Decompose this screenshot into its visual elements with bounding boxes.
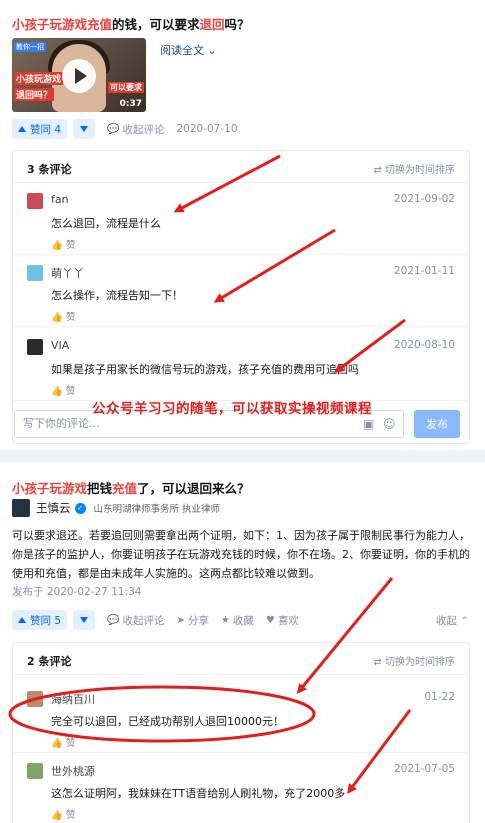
comment-input[interactable] <box>23 417 323 430</box>
collapse-comments-button[interactable]: 💬 收起评论 <box>107 122 164 137</box>
comment-author[interactable]: 海纳百川 <box>51 691 95 707</box>
comment-time: 01-22 <box>424 691 455 703</box>
thumb-up-icon: 👍 <box>51 810 66 821</box>
vote-up-button[interactable]: 赞同 5 <box>12 610 68 630</box>
star-icon: ★ <box>220 614 230 626</box>
video-tag: 教你一招 <box>14 42 46 52</box>
comment-text: 怎么操作，流程告知一下！ <box>51 289 183 302</box>
favorite-button[interactable]: ★ 收藏 <box>221 613 254 628</box>
publish-button[interactable]: 发布 <box>414 410 460 438</box>
collapse-comments-button[interactable]: 💬 收起评论 <box>107 613 164 628</box>
answer-author: 王慎云 ✓ 山东明湖律师事务所 执业律师 <box>12 498 220 518</box>
comment-item: fan 2021-09-02 怎么退回，流程是什么 👍 赞 <box>13 185 469 255</box>
sort-toggle[interactable]: ⇄ 切换为时间排序 <box>373 161 455 176</box>
author-description: 山东明湖律师事务所 执业律师 <box>93 504 221 515</box>
video-caption-2: 退回吗？ <box>14 88 55 101</box>
watermark-caption: 公众号羊习习的随笔，可以获取实操视频课程 <box>92 401 372 417</box>
card-separator <box>0 450 485 462</box>
comment-like-button[interactable]: 👍 赞 <box>51 237 75 251</box>
share-icon: ➤ <box>176 614 185 626</box>
thumb-up-icon: 👍 <box>51 738 66 749</box>
question-title[interactable]: 小孩子玩游戏充值的钱，可以要求退回吗？ <box>12 14 250 33</box>
collapse-button[interactable]: 收起 ⌃ <box>436 613 469 628</box>
sort-toggle[interactable]: ⇄ 切换为时间排序 <box>373 653 455 668</box>
comment-time: 2021-07-05 <box>393 763 455 775</box>
vote-down-button[interactable] <box>73 119 96 139</box>
answer-actions: 赞同 4 💬 收起评论 2020-07-10 <box>12 119 238 139</box>
video-caption-3: 可以要求 <box>108 82 144 93</box>
comment-like-button[interactable]: 👍 赞 <box>51 383 75 397</box>
comments-box: 2 条评论 ⇄ 切换为时间排序 海纳百川 01-22 完全可以退回，已经成功帮别… <box>12 642 470 823</box>
thumb-up-icon: 👍 <box>51 312 66 323</box>
comment-text: 这怎么证明阿，我妹妹在TT语音给别人刷礼物，充了2000多 <box>51 787 346 800</box>
answer-actions: 赞同 5 💬 收起评论 ➤ 分享 ★ 收藏 ♥ 喜欢 <box>12 610 299 630</box>
verified-badge-icon: ✓ <box>74 502 86 514</box>
comment-count: 3 条评论 <box>27 163 72 176</box>
question-title[interactable]: 小孩子玩游戏把钱充值了，可以退回来么？ <box>12 478 250 497</box>
heart-icon: ♥ <box>265 614 275 626</box>
thumb-up-icon: 👍 <box>51 386 66 397</box>
comment-text: 怎么退回，流程是什么 <box>51 217 161 230</box>
read-all-link[interactable]: 阅读全文 ⌄ <box>160 42 217 58</box>
avatar[interactable] <box>27 339 43 355</box>
play-icon[interactable] <box>62 59 96 93</box>
image-icon[interactable]: ▣ <box>363 417 374 431</box>
avatar[interactable] <box>12 499 30 517</box>
comment-item: 世外桃源 2021-07-05 这怎么证明阿，我妹妹在TT语音给别人刷礼物，充了… <box>13 755 469 823</box>
comment-item: 海纳百川 01-22 完全可以退回，已经成功帮别人退回10000元！ 👍 赞 <box>13 683 469 753</box>
comment-count: 2 条评论 <box>27 655 72 668</box>
comment-icon: 💬 <box>107 123 120 135</box>
vote-up-button[interactable]: 赞同 4 <box>12 119 68 139</box>
comment-time: 2021-09-02 <box>393 193 455 205</box>
publish-time: 发布于 2020-02-27 11:34 <box>12 586 142 598</box>
comment-text: 如果是孩子用家长的微信号玩的游戏，孩子充值的费用可追回吗 <box>51 363 359 376</box>
question-card-1: 小孩子玩游戏充值的钱，可以要求退回吗？ 教你一招 小孩玩游戏 可以要求 退回吗？… <box>0 0 485 450</box>
triangle-down-icon <box>80 126 89 132</box>
avatar[interactable] <box>27 763 43 779</box>
comment-like-button[interactable]: 👍 赞 <box>51 807 75 821</box>
author-name[interactable]: 王慎云 <box>36 500 71 516</box>
avatar[interactable] <box>27 265 43 281</box>
comment-item: VIA 2020-08-10 如果是孩子用家长的微信号玩的游戏，孩子充值的费用可… <box>13 331 469 401</box>
chevron-up-icon: ⌃ <box>456 615 469 627</box>
video-thumbnail[interactable]: 教你一招 小孩玩游戏 可以要求 退回吗？ 0:37 <box>12 38 146 112</box>
swap-icon: ⇄ <box>373 165 385 176</box>
share-button[interactable]: ➤ 分享 <box>176 613 208 628</box>
video-caption-1: 小孩玩游戏 <box>14 72 64 85</box>
comment-author[interactable]: fan <box>51 193 69 206</box>
emoji-icon[interactable]: ☺ <box>383 417 396 431</box>
comment-time: 2021-01-11 <box>393 265 455 277</box>
comment-author[interactable]: 世外桃源 <box>51 763 95 779</box>
comment-author[interactable]: 萌丫丫 <box>51 265 84 281</box>
answer-date: 2020-07-10 <box>176 123 238 135</box>
triangle-up-icon <box>18 617 26 623</box>
triangle-down-icon <box>80 617 89 623</box>
avatar[interactable] <box>27 193 43 209</box>
avatar[interactable] <box>27 691 43 707</box>
comments-header: 2 条评论 ⇄ 切换为时间排序 <box>13 643 469 675</box>
comment-time: 2020-08-10 <box>393 339 455 351</box>
comments-header: 3 条评论 ⇄ 切换为时间排序 <box>13 151 469 183</box>
comment-like-button[interactable]: 👍 赞 <box>51 735 75 749</box>
like-button[interactable]: ♥ 喜欢 <box>266 613 299 628</box>
comment-text: 完全可以退回，已经成功帮别人退回10000元！ <box>51 715 284 728</box>
comment-icon: 💬 <box>107 614 120 626</box>
vote-down-button[interactable] <box>73 610 96 630</box>
triangle-up-icon <box>18 126 26 132</box>
swap-icon: ⇄ <box>373 657 385 668</box>
thumb-up-icon: 👍 <box>51 240 66 251</box>
video-duration: 0:37 <box>119 99 142 109</box>
comment-like-button[interactable]: 👍 赞 <box>51 309 75 323</box>
answer-text: 可以要求退还。若要追回则需要拿出两个证明，如下：1、因为孩子属于限制民事行为能力… <box>12 529 470 580</box>
comment-item: 萌丫丫 2021-01-11 怎么操作，流程告知一下！ 👍 赞 <box>13 257 469 327</box>
comment-author[interactable]: VIA <box>51 339 69 352</box>
